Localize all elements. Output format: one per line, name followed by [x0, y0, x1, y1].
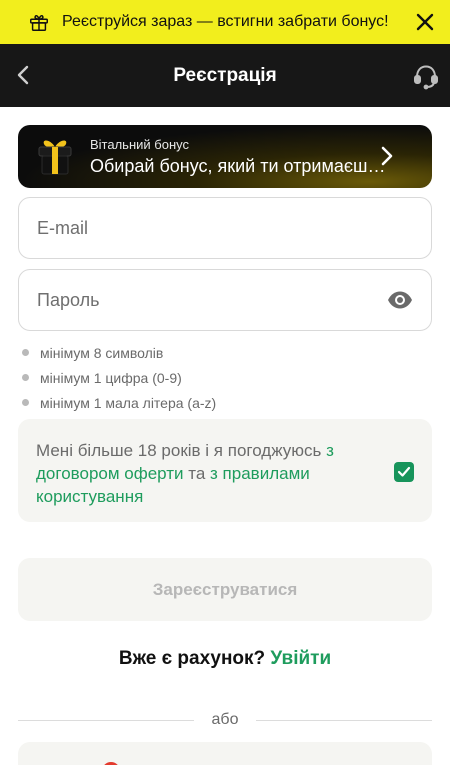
- show-password-eye-icon[interactable]: [387, 290, 413, 310]
- social-login-button[interactable]: [18, 742, 432, 765]
- email-input[interactable]: [37, 217, 413, 239]
- bonus-title: Обирай бонус, який ти отримаєш пі...: [90, 156, 390, 176]
- or-divider: або: [18, 708, 432, 732]
- password-input[interactable]: [37, 289, 413, 311]
- bullet-dot-icon: [22, 374, 29, 381]
- divider-line: [18, 719, 194, 721]
- bullet-dot-icon: [22, 399, 29, 406]
- password-rule-text: мінімум 8 символів: [40, 344, 164, 361]
- login-prompt: Вже є рахунок? Увійти: [0, 648, 450, 670]
- bullet-dot-icon: [22, 349, 29, 356]
- password-rule-text: мінімум 1 цифра (0-9): [40, 369, 182, 386]
- agreement-mid: та: [183, 464, 211, 483]
- login-link[interactable]: Увійти: [270, 648, 331, 669]
- divider-line: [256, 719, 432, 721]
- page-title: Реєстрація: [173, 64, 277, 86]
- agreement-prefix: Мені більше 18 років і я погоджуюсь: [36, 441, 327, 460]
- login-question: Вже є рахунок?: [118, 648, 266, 669]
- password-rule: мінімум 1 цифра (0-9): [22, 365, 216, 390]
- agreement-checkbox[interactable]: [394, 462, 414, 482]
- email-field-container: [18, 197, 432, 259]
- close-icon: [416, 13, 434, 31]
- welcome-bonus-card[interactable]: Вітальний бонус Обирай бонус, який ти от…: [18, 125, 432, 188]
- agreement-text: Мені більше 18 років і я погоджуюсь з до…: [36, 439, 376, 508]
- checkmark-icon: [397, 466, 411, 477]
- bonus-subtitle: Вітальний бонус: [90, 137, 189, 152]
- promo-banner: Реєструйся зараз — встигни забрати бонус…: [0, 0, 450, 44]
- close-promo-button[interactable]: [414, 11, 436, 33]
- password-rule: мінімум 1 мала літера (a-z): [22, 390, 216, 415]
- password-rule-text: мінімум 1 мала літера (a-z): [40, 394, 217, 411]
- promo-text: Реєструйся зараз — встигни забрати бонус…: [62, 13, 389, 30]
- top-nav-bar: Реєстрація: [0, 44, 450, 107]
- gift-box-icon: [38, 140, 72, 175]
- password-field-container: [18, 269, 432, 331]
- support-headset-icon[interactable]: [412, 62, 440, 90]
- chevron-right-icon: [381, 146, 393, 166]
- divider-text: або: [211, 711, 239, 728]
- register-button[interactable]: Зареєструватися: [18, 558, 432, 621]
- back-arrow-icon[interactable]: [14, 64, 32, 86]
- password-rules-list: мінімум 8 символів мінімум 1 цифра (0-9)…: [22, 340, 216, 415]
- password-rule: мінімум 8 символів: [22, 340, 216, 365]
- age-terms-agreement: Мені більше 18 років і я погоджуюсь з до…: [18, 419, 432, 522]
- gift-icon: [30, 14, 48, 31]
